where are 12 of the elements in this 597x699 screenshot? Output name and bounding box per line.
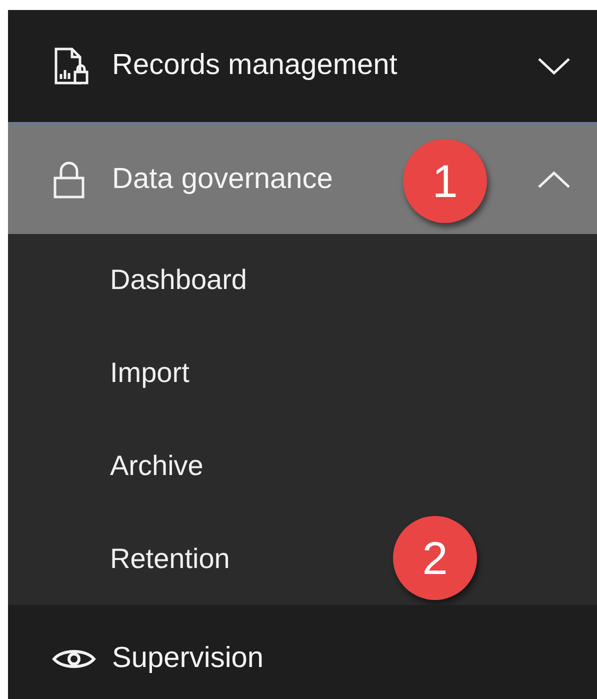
nav-label: Supervision	[112, 641, 264, 676]
submenu-item[interactable]: Import	[110, 352, 190, 394]
padlock-icon	[52, 160, 86, 200]
submenu-item[interactable]: Retention	[110, 538, 230, 580]
nav-label: Records management	[112, 48, 398, 84]
eye-icon	[52, 647, 96, 671]
nav-label: Data governance	[112, 162, 333, 197]
submenu-item[interactable]: Archive	[110, 444, 204, 487]
callout-badge: 2	[393, 516, 477, 600]
callout-badge: 1	[403, 139, 487, 223]
nav-item[interactable]: Data governance 1	[8, 122, 597, 234]
submenu-item[interactable]: Dashboard	[110, 259, 247, 302]
